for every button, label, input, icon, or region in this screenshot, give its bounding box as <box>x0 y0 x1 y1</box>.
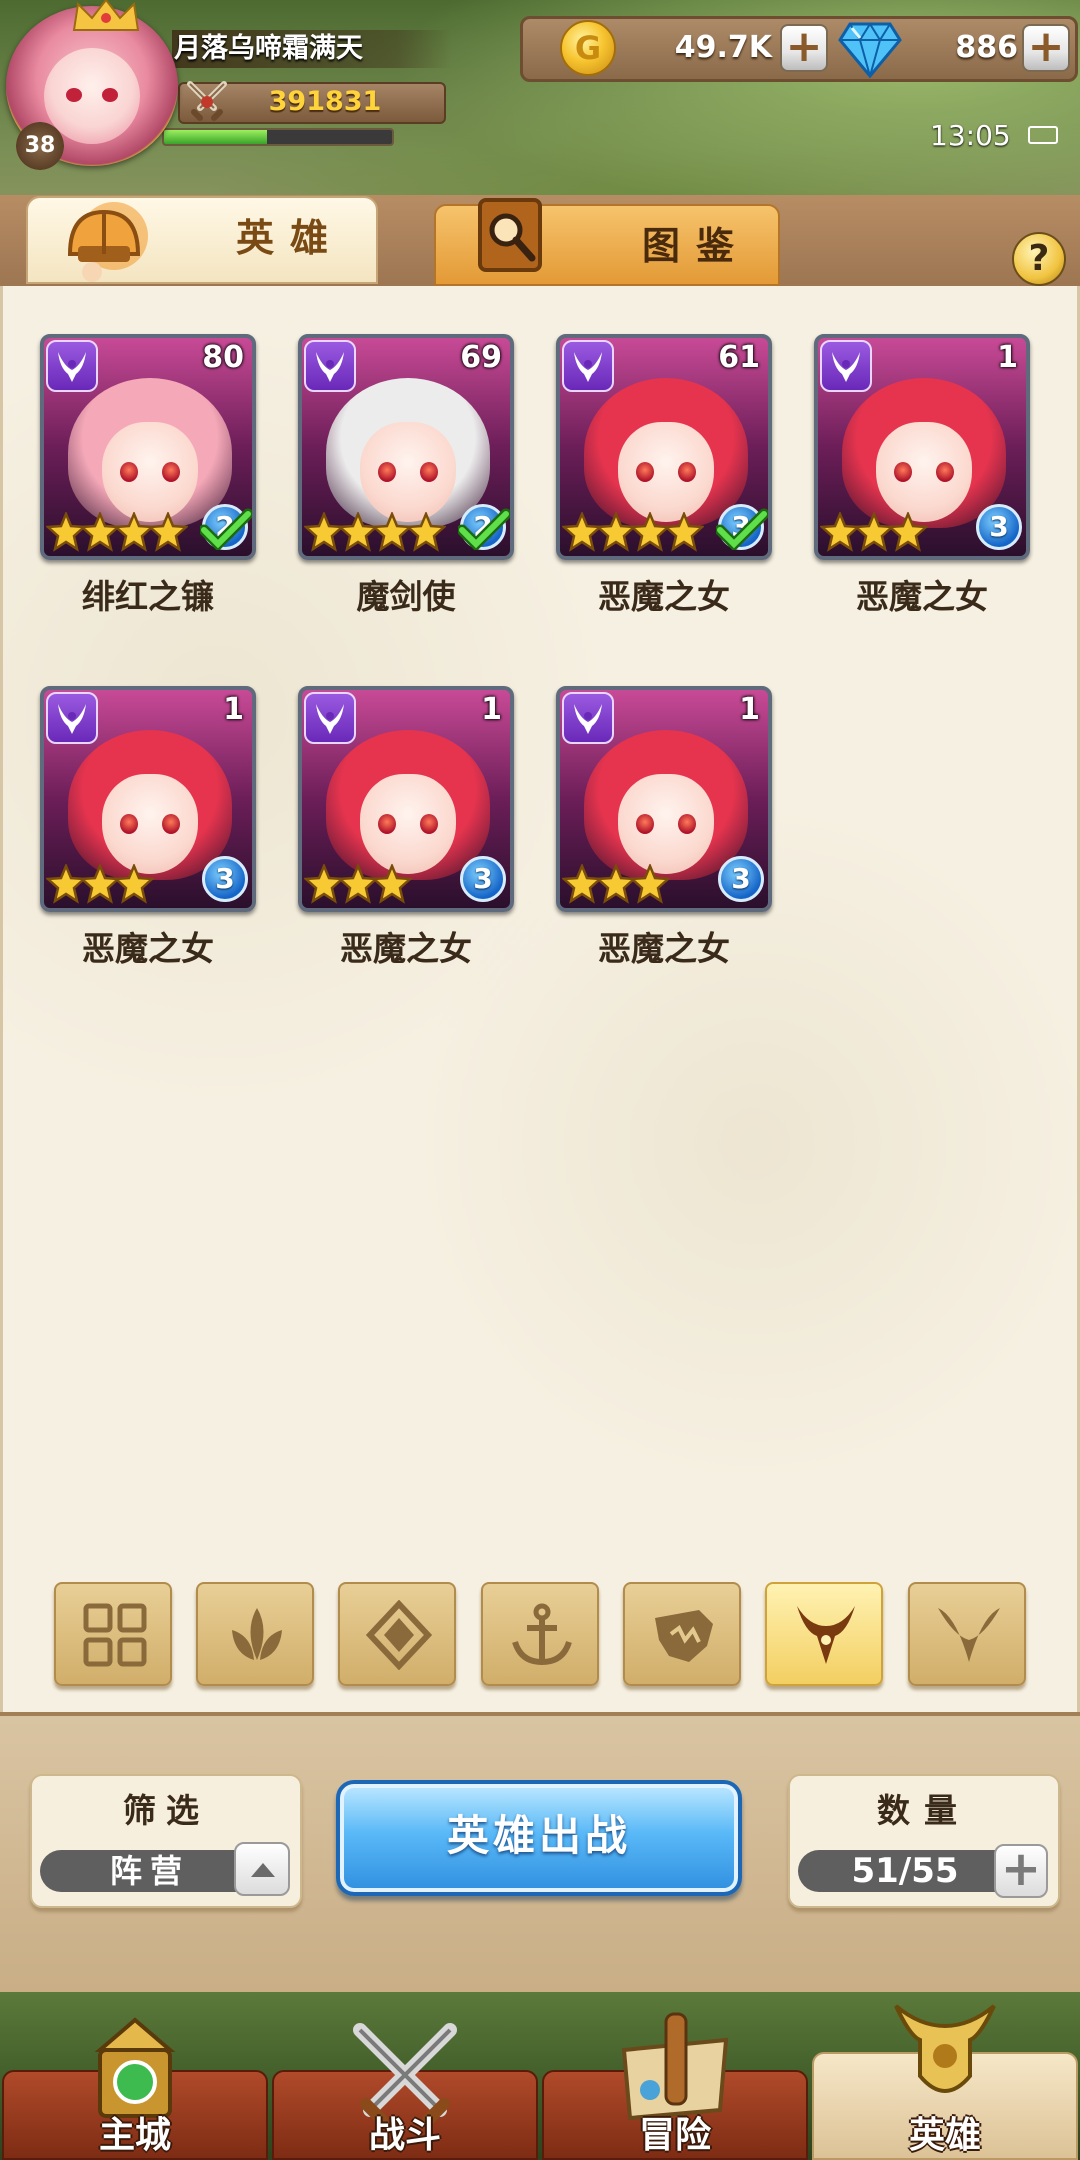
diamond-rune-icon <box>365 1600 433 1670</box>
hero-rank-badge: 3 <box>976 504 1022 550</box>
faction-filter-demon-horns[interactable] <box>765 1582 883 1686</box>
gem-amount: 886 <box>955 30 1018 65</box>
crown-icon <box>72 0 140 31</box>
power-value: 391831 <box>268 86 382 117</box>
tab-heroes-label: 英雄 <box>236 216 345 260</box>
hero-level: 1 <box>739 692 760 727</box>
star-icon <box>888 512 928 552</box>
hero-card[interactable]: 13 <box>556 686 772 912</box>
nav-tab-label: 战斗 <box>368 2115 441 2156</box>
battery-icon <box>1028 126 1058 144</box>
hero-rank-badge: 3 <box>202 856 248 902</box>
hero-card[interactable]: 69 2 <box>298 334 514 560</box>
filter-title: 筛选 <box>123 1791 209 1830</box>
star-icon <box>372 864 412 904</box>
star-icon <box>114 864 154 904</box>
tab-codex-label: 图鉴 <box>642 224 751 268</box>
gold-amount: 49.7K <box>674 30 772 65</box>
help-button[interactable]: ? <box>1012 232 1066 286</box>
demon-horns-icon <box>46 692 98 744</box>
player-level-badge: 38 <box>16 122 64 170</box>
exp-bar <box>162 128 394 146</box>
chevron-up-icon <box>251 1863 275 1877</box>
deploy-heroes-button[interactable]: 英雄出战 <box>336 1780 742 1896</box>
clock: 13:05 <box>930 119 1011 152</box>
player-name: 月落乌啼霜满天 <box>172 30 452 68</box>
demon-horns-icon <box>820 340 872 392</box>
hero-card[interactable]: 13 <box>814 334 1030 560</box>
golden-helmet-icon <box>880 1996 1010 2116</box>
add-gold-button[interactable]: + <box>780 24 828 72</box>
add-gems-button[interactable]: + <box>1022 24 1070 72</box>
wings-icon <box>938 1608 1000 1662</box>
star-icon <box>630 864 670 904</box>
helmet-icon <box>67 202 148 282</box>
hero-name: 魔剑使 <box>356 577 456 616</box>
grid-all-icon <box>83 1603 147 1667</box>
hero-name: 恶魔之女 <box>82 929 214 968</box>
demon-horns-icon <box>46 340 98 392</box>
hero-rank-badge: 3 <box>460 856 506 902</box>
hero-level: 1 <box>997 340 1018 375</box>
star-icon <box>664 512 704 552</box>
hero-rank-badge: 3 <box>718 856 764 902</box>
demon-horns-icon <box>562 692 614 744</box>
nav-tab-label: 主城 <box>98 2115 171 2156</box>
star-icon <box>406 512 446 552</box>
capacity-title: 数量 <box>877 1791 971 1830</box>
faction-filter-leaf[interactable] <box>196 1582 314 1686</box>
beast-head-icon <box>655 1610 713 1662</box>
expand-capacity-button[interactable]: + <box>994 1844 1048 1898</box>
faction-filter-beast-head[interactable] <box>623 1582 741 1686</box>
magnifier-book-icon <box>478 198 542 272</box>
hero-name: 绯红之镰 <box>82 577 214 616</box>
hero-level: 1 <box>223 692 244 727</box>
hero-name: 恶魔之女 <box>598 577 730 616</box>
faction-filter-grid-all[interactable] <box>54 1582 172 1686</box>
anchor-icon <box>512 1603 572 1666</box>
nav-tab-label: 英雄 <box>908 2115 981 2156</box>
faction-filter-anchor[interactable] <box>481 1582 599 1686</box>
tab-codex[interactable]: 图鉴 <box>434 198 780 286</box>
gold-coin-icon: G <box>560 20 616 76</box>
checkmark-icon <box>716 508 768 550</box>
hero-name: 恶魔之女 <box>340 929 472 968</box>
filter-dropdown-button[interactable] <box>234 1842 290 1896</box>
hero-name: 恶魔之女 <box>598 929 730 968</box>
demon-horns-icon <box>304 340 356 392</box>
hero-level: 1 <box>481 692 502 727</box>
faction-filter-wings[interactable] <box>908 1582 1026 1686</box>
hero-level: 61 <box>718 340 760 375</box>
star-icon <box>148 512 188 552</box>
checkmark-icon <box>458 508 510 550</box>
capacity-value: 51/55 <box>851 1851 959 1891</box>
hero-name: 恶魔之女 <box>856 577 988 616</box>
hero-card[interactable]: 61 3 <box>556 334 772 560</box>
checkmark-icon <box>200 508 252 550</box>
diamond-icon <box>838 22 902 78</box>
leaf-icon <box>232 1608 282 1660</box>
nav-tab-label: 冒险 <box>638 2115 711 2156</box>
crossed-swords-icon <box>187 81 227 121</box>
filter-value: 阵营 <box>109 1852 190 1890</box>
demon-horns-icon <box>304 692 356 744</box>
hero-card[interactable]: 13 <box>40 686 256 912</box>
demon-horns-icon <box>562 340 614 392</box>
hero-card[interactable]: 13 <box>298 686 514 912</box>
faction-filter-diamond-rune[interactable] <box>338 1582 456 1686</box>
tab-heroes[interactable]: 英雄 <box>26 196 378 284</box>
demon-horns-icon <box>797 1606 855 1664</box>
hero-card[interactable]: 80 2 <box>40 334 256 560</box>
hero-level: 69 <box>460 340 502 375</box>
hero-level: 80 <box>202 340 244 375</box>
